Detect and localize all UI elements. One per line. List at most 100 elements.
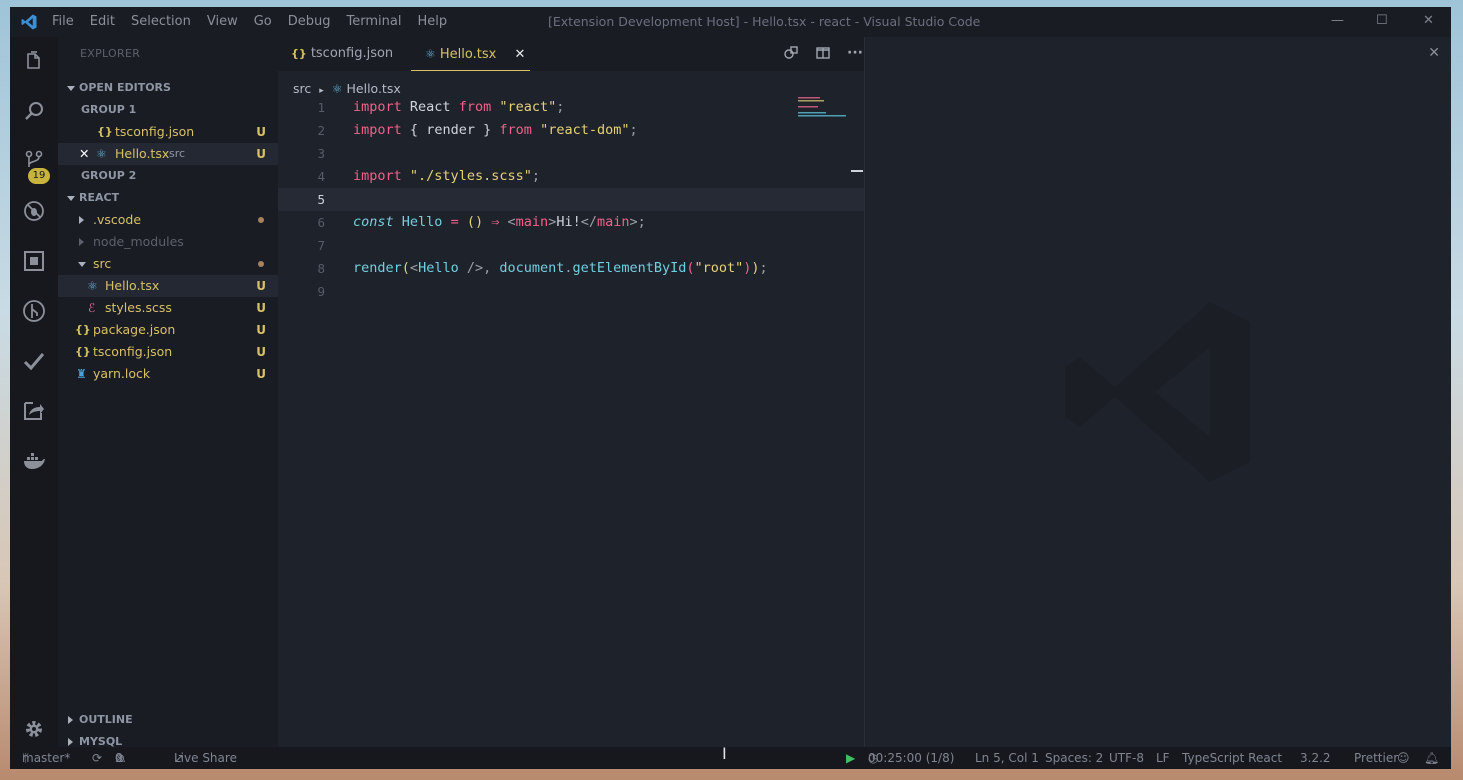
tree-item-styles-scss[interactable]: ℰ styles.scss U [58, 297, 278, 319]
punctuation-token: , [483, 260, 492, 276]
encoding[interactable]: UTF-8 [1109, 747, 1144, 769]
tab-hello-tsx[interactable]: ⚛ Hello.tsx ✕ [411, 37, 530, 71]
open-editor-hello[interactable]: ✕ ⚛ Hello.tsx src U [58, 143, 278, 165]
feedback-smiley-icon[interactable]: ☺ [1397, 747, 1410, 769]
notifications-bell-icon[interactable]: 🔔︎ [1424, 747, 1439, 769]
todo-check-icon[interactable] [22, 349, 46, 373]
prettier-item[interactable]: Prettier [1354, 747, 1398, 769]
language-mode[interactable]: TypeScript React [1182, 747, 1282, 769]
menu-view[interactable]: View [207, 14, 238, 29]
line-number: 5 [317, 192, 325, 207]
open-changes-icon[interactable] [783, 45, 799, 65]
menu-terminal[interactable]: Terminal [347, 14, 402, 29]
debug-icon[interactable] [22, 199, 46, 223]
code-area[interactable]: 1 import React from "react"; 2 import { … [278, 96, 864, 303]
line-number: 8 [317, 261, 325, 276]
git-status-untracked: U [256, 301, 266, 315]
punctuation-token: ; [759, 260, 768, 276]
indentation[interactable]: Spaces: 2 [1045, 747, 1103, 769]
open-editors-label: OPEN EDITORS [79, 81, 171, 94]
close-pane-icon[interactable]: ✕ [1428, 45, 1440, 61]
punctuation-token: < [507, 214, 516, 230]
line-number: 6 [317, 215, 325, 230]
menu-help[interactable]: Help [417, 14, 447, 29]
code-line: 4 import "./styles.scss"; [278, 165, 864, 188]
punctuation-token: ; [629, 122, 638, 138]
punctuation-token: } [483, 122, 492, 138]
tree-item-yarn-lock[interactable]: ♜ yarn.lock U [58, 363, 278, 385]
tab-tsconfig[interactable]: {} tsconfig.json [291, 37, 393, 71]
code-line: 7 [278, 234, 864, 257]
end-of-line[interactable]: LF [1156, 747, 1170, 769]
timer-value: 00:25:00 (1/8) [868, 751, 955, 765]
tab-label: tsconfig.json [310, 46, 394, 61]
breadcrumb-separator-icon: ▸ [319, 86, 324, 96]
line-number: 3 [317, 146, 325, 161]
maximize-icon[interactable]: ☐ [1376, 13, 1388, 28]
close-editor-icon[interactable]: ✕ [79, 143, 89, 165]
tree-item-hello-tsx[interactable]: ⚛ Hello.tsx U [58, 275, 278, 297]
tree-item-src[interactable]: src [58, 253, 278, 275]
play-icon[interactable]: ▶ [846, 747, 855, 769]
menu-go[interactable]: Go [254, 14, 272, 29]
folder-react-header[interactable]: REACT [58, 187, 278, 209]
tree-item-tsconfig-json[interactable]: {} tsconfig.json U [58, 341, 278, 363]
string-token: "root" [694, 260, 744, 276]
minimize-icon[interactable]: — [1331, 13, 1344, 28]
vscode-logo-icon[interactable] [20, 13, 38, 31]
breadcrumb-file[interactable]: Hello.tsx [347, 81, 401, 96]
extensions-icon[interactable] [22, 249, 46, 273]
search-icon[interactable] [22, 99, 46, 123]
minimap[interactable] [798, 97, 848, 117]
tree-item-vscode[interactable]: .vscode [58, 209, 278, 231]
gitlens-icon[interactable] [22, 299, 46, 323]
live-share-icon[interactable] [22, 399, 46, 423]
file-name: Hello.tsx [115, 146, 170, 161]
code-line: 9 [278, 280, 864, 303]
file-name: tsconfig.json [115, 124, 195, 139]
chevron-down-icon [67, 196, 75, 201]
window-close-icon[interactable]: ✕ [1423, 13, 1434, 28]
cursor-position[interactable]: Ln 5, Col 1 [975, 747, 1039, 769]
sync-icon[interactable]: ⟳ [92, 747, 102, 769]
json-file-icon: {} [291, 47, 307, 60]
typescript-version[interactable]: 3.2.2 [1300, 747, 1331, 769]
more-actions-icon[interactable]: ··· [847, 45, 863, 61]
keyword-token: import [353, 122, 402, 138]
menu-debug[interactable]: Debug [288, 14, 331, 29]
function-token: getElementById [572, 260, 687, 276]
line-number: 1 [317, 100, 325, 115]
explorer-icon[interactable] [22, 49, 46, 73]
tree-item-node-modules[interactable]: node_modules [58, 231, 278, 253]
keyword-token: from [499, 122, 532, 138]
scm-count-badge: 19 [28, 168, 50, 184]
keyword-token: import [353, 168, 402, 184]
breadcrumb-folder[interactable]: src [293, 81, 311, 96]
punctuation-token: ; [531, 168, 540, 184]
open-editor-tsconfig[interactable]: {} tsconfig.json U [58, 121, 278, 143]
react-file-icon: ⚛ [96, 147, 107, 161]
menu-selection[interactable]: Selection [131, 14, 191, 29]
chevron-right-icon [79, 216, 84, 224]
line-number: 7 [317, 238, 325, 253]
punctuation-token: </ [580, 214, 597, 230]
identifier-token: document [499, 260, 565, 276]
menu-edit[interactable]: Edit [90, 14, 115, 29]
function-token: render [353, 260, 402, 276]
outline-label: OUTLINE [79, 713, 133, 726]
warning-count: 0 [115, 751, 123, 765]
json-file-icon: {} [75, 345, 91, 358]
menu-file[interactable]: File [52, 14, 74, 29]
string-token: "react-dom" [540, 122, 630, 138]
open-editors-header[interactable]: OPEN EDITORS [58, 77, 278, 99]
code-line: 3 [278, 142, 864, 165]
folder-name: node_modules [93, 234, 184, 249]
close-tab-icon[interactable]: ✕ [514, 47, 525, 62]
tree-item-package-json[interactable]: {} package.json U [58, 319, 278, 341]
gear-icon[interactable] [22, 717, 46, 741]
code-line: 8 render(<Hello />, document.getElementB… [278, 257, 864, 280]
outline-header[interactable]: OUTLINE [58, 709, 278, 731]
split-editor-icon[interactable] [815, 45, 831, 65]
git-status-untracked: U [256, 125, 266, 139]
docker-icon[interactable] [22, 449, 46, 473]
